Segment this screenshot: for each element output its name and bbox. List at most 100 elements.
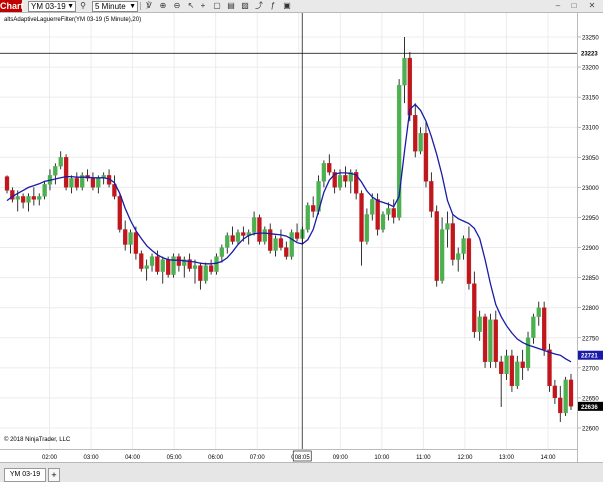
chart-window-tag[interactable]: Chart [0, 0, 24, 12]
add-tab-button[interactable]: + [48, 468, 60, 482]
strategies-icon[interactable]: ▨ [240, 1, 250, 11]
interval-selector-value: 5 Minute [95, 2, 126, 11]
tab-ym-03-19[interactable]: YM 03-19 [4, 468, 46, 482]
price-axis-svg: 23250 23200 23150 23100 23050 23000 22950 22900… [578, 36, 603, 433]
bar-style-icon[interactable]: ℣ [144, 1, 154, 11]
candle-body [155, 256, 160, 272]
candle-body [37, 196, 42, 200]
zoom-out-icon[interactable]: ⊖ [172, 1, 182, 11]
candle-body [429, 181, 434, 212]
candle-body [198, 265, 203, 281]
candle-body [525, 337, 531, 368]
candle-body [139, 253, 144, 269]
candle-body [477, 316, 482, 332]
candle-body [466, 238, 472, 284]
chevron-down-icon: ▼ [67, 3, 74, 10]
snapshot-icon[interactable]: ▣ [282, 1, 292, 11]
price-tick-label: 22950 [582, 216, 599, 222]
candle-body [4, 176, 10, 191]
candle-body [547, 349, 552, 387]
price-tick-label: 22850 [582, 276, 599, 282]
drawing-tools-icon[interactable]: ⤴ [254, 1, 264, 11]
candle-body [461, 238, 466, 254]
candle-body [321, 163, 327, 182]
instrument-selector[interactable]: YM 03-19 ▼ [28, 1, 76, 12]
time-tick-label: 07:00 [250, 455, 266, 461]
price-tick-label: 22800 [582, 306, 599, 312]
search-icon[interactable]: ⚲ [78, 1, 88, 11]
candle-body [289, 232, 294, 257]
candle-body [257, 217, 262, 242]
candle-body [375, 199, 380, 230]
candle-body [123, 229, 128, 245]
candle-body [563, 379, 568, 414]
chart-panel[interactable] [0, 13, 577, 462]
candle-body [337, 175, 343, 188]
candle-body [509, 355, 515, 387]
candle-body [15, 196, 20, 200]
candle-body [456, 253, 461, 260]
properties-icon[interactable]: ▤ [226, 1, 236, 11]
candle-body [364, 214, 370, 242]
crosshair-time-label: 08:05 [295, 455, 311, 461]
candle-body [327, 163, 332, 173]
time-tick-label: 13:00 [499, 455, 515, 461]
data-box-icon[interactable]: ▢ [212, 1, 222, 11]
time-tick-label: 14:00 [540, 455, 556, 461]
time-axis-svg: 02:0003:0004:0005:0006:0007:0008:0009:00… [42, 450, 556, 462]
candle-body [434, 211, 439, 281]
candle-body [472, 283, 477, 332]
crosshair-icon[interactable]: + [198, 1, 208, 11]
candle-body [133, 232, 139, 254]
price-tick-label: 22650 [582, 396, 599, 402]
crosshair-price-label: 23223 [581, 52, 598, 58]
candle-body [230, 235, 235, 242]
chevron-down-icon: ▼ [129, 3, 136, 10]
price-tick-label: 22600 [582, 427, 599, 433]
candle-body [520, 361, 525, 368]
pointer-icon[interactable]: ↖ [186, 1, 196, 11]
candle-body [343, 175, 348, 182]
candle-body [225, 235, 230, 248]
minimize-button[interactable]: – [553, 1, 563, 11]
indicators-icon[interactable]: ƒ [268, 1, 278, 11]
candle-body [450, 223, 455, 260]
candle-body [568, 379, 574, 407]
price-chart[interactable] [0, 13, 577, 449]
candle-body [165, 259, 171, 275]
candle-body [370, 199, 375, 215]
candle-body [171, 256, 176, 275]
candle-body [63, 157, 69, 188]
candle-body [423, 133, 429, 182]
time-tick-label: 11:00 [416, 455, 431, 461]
zoom-in-icon[interactable]: ⊕ [158, 1, 168, 11]
time-axis[interactable]: 02:0003:0004:0005:0006:0007:0008:0009:00… [0, 449, 577, 462]
candle-body [541, 307, 547, 350]
candle-body [235, 232, 241, 242]
price-tick-label: 23250 [582, 36, 599, 42]
price-tick-label: 23050 [582, 156, 599, 162]
time-tick-label: 02:00 [42, 455, 58, 461]
candle-body [488, 319, 493, 362]
chart-toolbar: Chart YM 03-19 ▼ ⚲ 5 Minute ▼ ℣ ⊕ ⊖ ↖ + … [0, 0, 603, 13]
candle-body [413, 115, 418, 152]
close-button[interactable]: ✕ [587, 1, 597, 11]
candle-body [192, 265, 198, 269]
maximize-button[interactable]: □ [569, 1, 579, 11]
price-axis[interactable]: 23250 23200 23150 23100 23050 23000 22950 22900… [577, 13, 603, 462]
candle-body [214, 256, 219, 272]
time-tick-label: 10:00 [374, 455, 390, 461]
price-tick-label: 23100 [582, 126, 599, 132]
candle-body [418, 133, 423, 152]
candle-body [482, 316, 488, 362]
time-tick-label: 05:00 [167, 455, 183, 461]
candle-body [144, 265, 149, 269]
interval-selector[interactable]: 5 Minute ▼ [92, 1, 138, 12]
candle-body [552, 385, 558, 399]
time-tick-label: 12:00 [457, 455, 473, 461]
time-tick-label: 06:00 [208, 455, 224, 461]
candle-body [58, 157, 63, 167]
candle-body [241, 232, 246, 236]
candle-body [558, 397, 563, 414]
candle-body [380, 214, 386, 230]
